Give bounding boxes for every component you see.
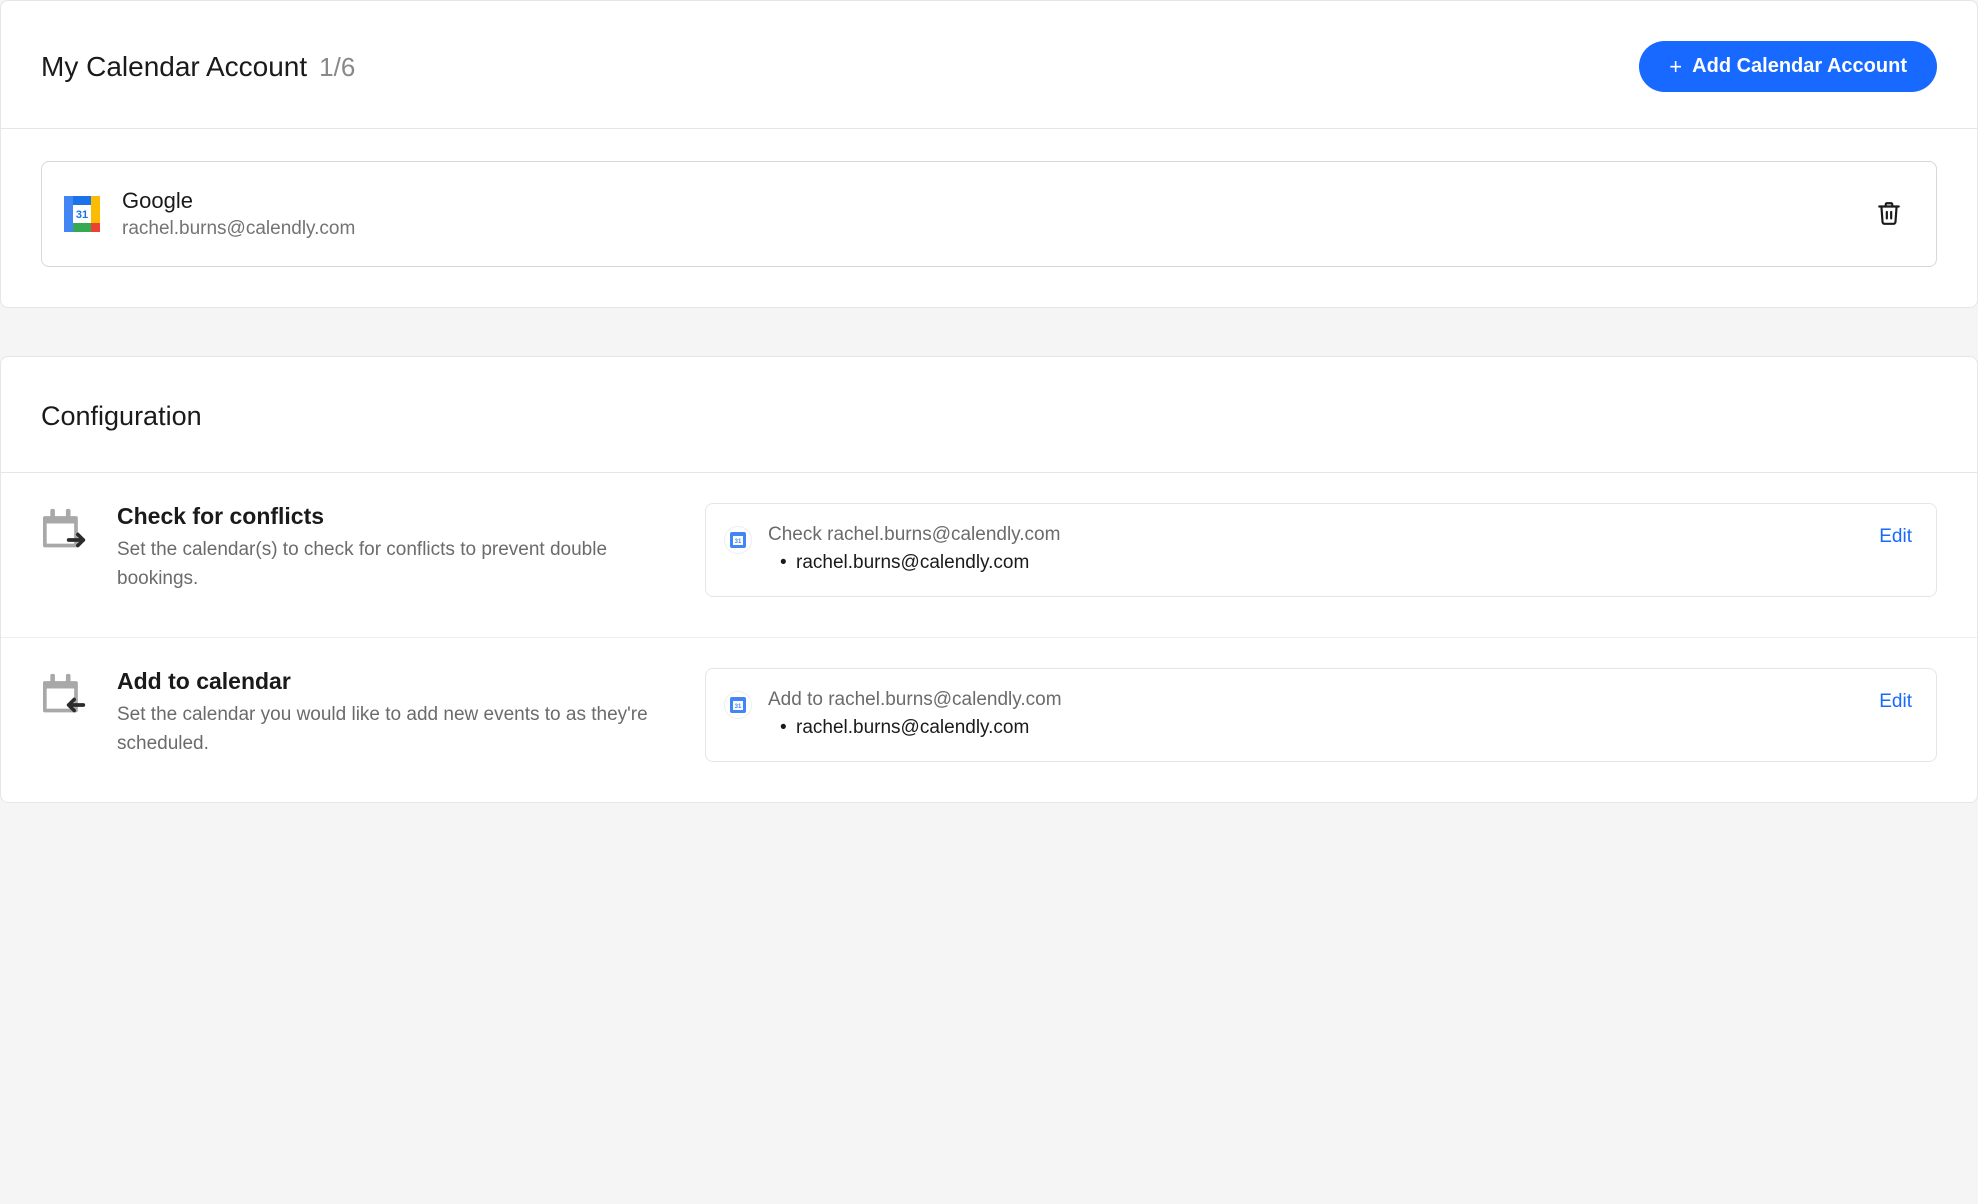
page-title: My Calendar Account xyxy=(41,51,307,83)
svg-text:31: 31 xyxy=(735,704,742,710)
conflict-check-label: Check rachel.burns@calendly.com xyxy=(768,524,1863,546)
google-calendar-icon: 31 xyxy=(64,196,100,232)
calendar-check-out-icon xyxy=(41,507,89,556)
delete-account-button[interactable] xyxy=(1872,195,1906,234)
add-button-label: Add Calendar Account xyxy=(1692,55,1907,78)
addto-calendar-box: 31 Add to rachel.burns@calendly.com rach… xyxy=(705,668,1937,762)
conflict-calendar-item: rachel.burns@calendly.com xyxy=(768,552,1863,574)
calendar-account-card: My Calendar Account 1/6 + Add Calendar A… xyxy=(0,0,1978,308)
configuration-header: Configuration xyxy=(1,357,1977,472)
plus-icon: + xyxy=(1669,56,1682,78)
config-section-conflicts: Check for conflicts Set the calendar(s) … xyxy=(1,473,1977,637)
google-calendar-mini-icon: 31 xyxy=(724,526,752,554)
edit-conflicts-link[interactable]: Edit xyxy=(1879,526,1912,548)
config-box-text: Check rachel.burns@calendly.com rachel.b… xyxy=(768,524,1863,574)
edit-addto-link[interactable]: Edit xyxy=(1879,691,1912,713)
header-title-wrap: My Calendar Account 1/6 xyxy=(41,51,355,83)
addto-calendar-item: rachel.burns@calendly.com xyxy=(768,717,1863,739)
account-list: 31 Google rachel.burns@calendly.com xyxy=(1,129,1977,307)
calendar-add-in-icon xyxy=(41,672,89,721)
config-heading: Add to calendar xyxy=(117,668,677,695)
svg-text:31: 31 xyxy=(76,209,88,221)
account-email: rachel.burns@calendly.com xyxy=(122,218,1850,240)
config-subtext: Set the calendar you would like to add n… xyxy=(117,701,677,758)
conflict-calendar-box: 31 Check rachel.burns@calendly.com rache… xyxy=(705,503,1937,597)
svg-text:31: 31 xyxy=(735,539,742,545)
addto-label: Add to rachel.burns@calendly.com xyxy=(768,689,1863,711)
config-box-text: Add to rachel.burns@calendly.com rachel.… xyxy=(768,689,1863,739)
account-row: 31 Google rachel.burns@calendly.com xyxy=(41,161,1937,267)
config-desc: Check for conflicts Set the calendar(s) … xyxy=(117,503,677,593)
configuration-card: Configuration Check for conflicts Set th… xyxy=(0,356,1978,803)
account-text: Google rachel.burns@calendly.com xyxy=(122,188,1850,240)
config-section-addto: Add to calendar Set the calendar you wou… xyxy=(1,637,1977,802)
config-subtext: Set the calendar(s) to check for conflic… xyxy=(117,536,677,593)
configuration-title: Configuration xyxy=(41,401,1937,432)
trash-icon xyxy=(1876,199,1902,227)
add-calendar-account-button[interactable]: + Add Calendar Account xyxy=(1639,41,1937,92)
calendar-account-header: My Calendar Account 1/6 + Add Calendar A… xyxy=(1,1,1977,128)
account-count: 1/6 xyxy=(319,52,355,83)
account-provider: Google xyxy=(122,188,1850,214)
config-desc: Add to calendar Set the calendar you wou… xyxy=(117,668,677,758)
config-heading: Check for conflicts xyxy=(117,503,677,530)
google-calendar-mini-icon: 31 xyxy=(724,691,752,719)
